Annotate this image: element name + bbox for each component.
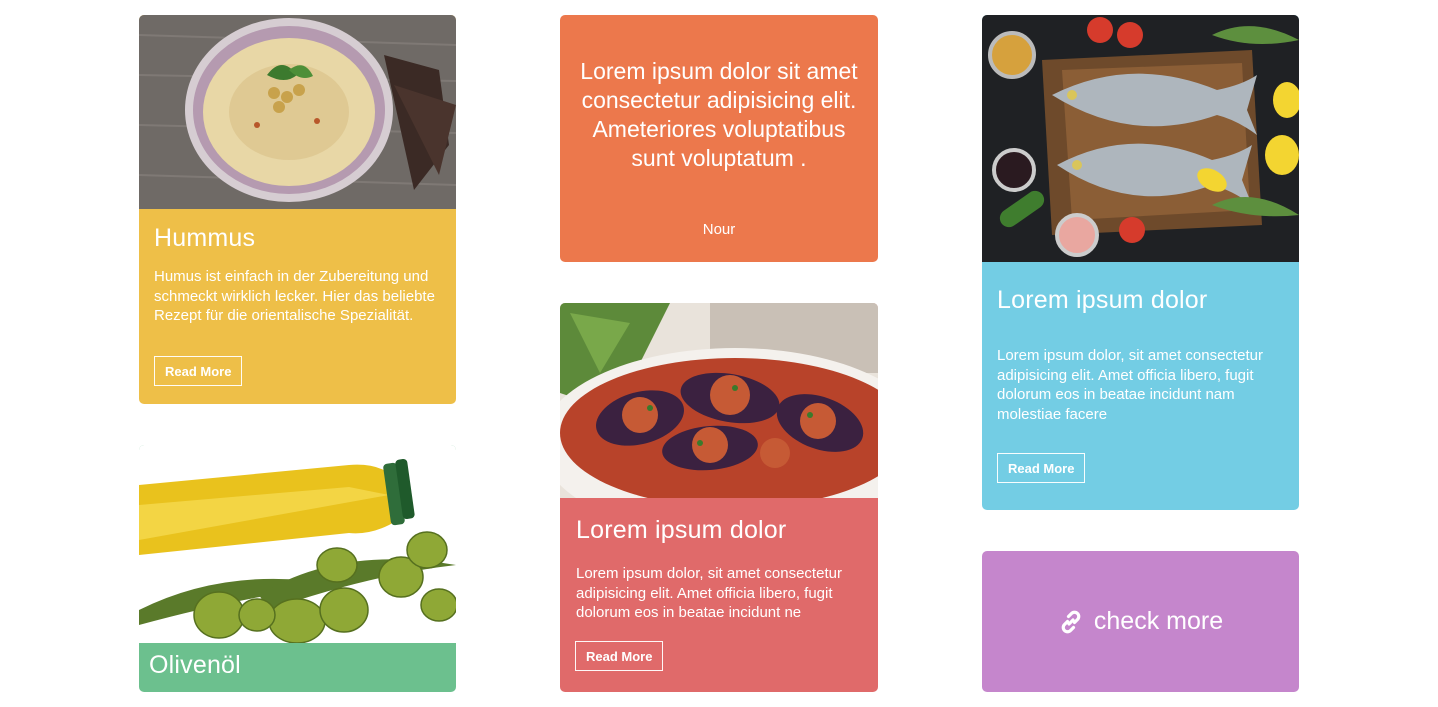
fish-image bbox=[982, 15, 1299, 262]
fish-card: Lorem ipsum dolor Lorem ipsum dolor, sit… bbox=[982, 15, 1299, 510]
hummus-description: Humus ist einfach in der Zubereitung und… bbox=[154, 268, 435, 324]
eggplant-image bbox=[560, 303, 878, 498]
check-more-label: check more bbox=[1093, 607, 1224, 635]
check-more-link[interactable]: check more bbox=[982, 551, 1299, 692]
hummus-read-more-button[interactable]: Read More bbox=[154, 356, 243, 386]
link-icon bbox=[1058, 609, 1084, 635]
quote-author: Nour bbox=[702, 221, 736, 238]
eggplant-title: Lorem ipsum dolor bbox=[576, 516, 787, 544]
check-more-card[interactable]: check more bbox=[982, 551, 1299, 692]
hummus-card: Hummus Humus ist einfach in der Zubereit… bbox=[139, 15, 456, 404]
quote-card: Lorem ipsum dolor sit amet consectetur a… bbox=[560, 15, 878, 262]
hummus-title: Hummus bbox=[154, 224, 256, 252]
eggplant-description: Lorem ipsum dolor, sit amet consectetur … bbox=[576, 565, 842, 621]
olive-oil-image bbox=[139, 445, 456, 643]
eggplant-read-more-button[interactable]: Read More bbox=[575, 641, 664, 671]
fish-description: Lorem ipsum dolor, sit amet consectetur … bbox=[997, 347, 1263, 423]
eggplant-card: Lorem ipsum dolor Lorem ipsum dolor, sit… bbox=[560, 303, 878, 692]
quote-text: Lorem ipsum dolor sit amet consectetur a… bbox=[580, 58, 858, 171]
fish-title: Lorem ipsum dolor bbox=[997, 286, 1208, 314]
olive-oil-card: Olivenöl bbox=[139, 445, 456, 692]
hummus-image bbox=[139, 15, 456, 209]
olive-oil-title: Olivenöl bbox=[149, 651, 241, 679]
fish-read-more-button[interactable]: Read More bbox=[997, 453, 1086, 483]
